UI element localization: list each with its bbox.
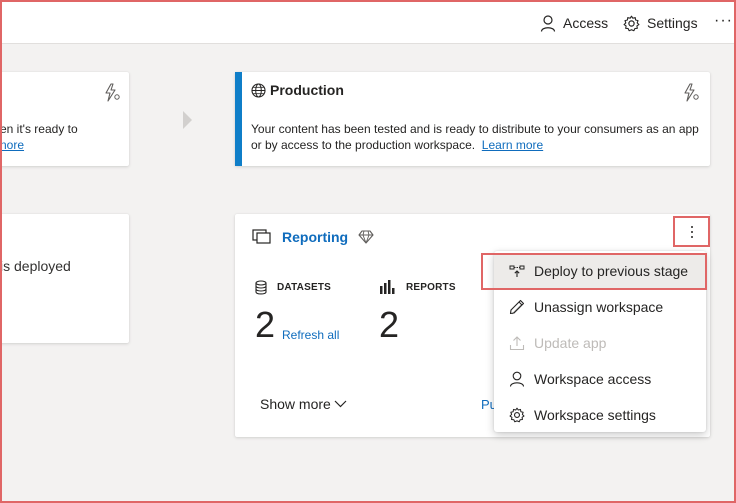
bar-chart-icon bbox=[380, 280, 395, 294]
learn-more-link[interactable]: nore bbox=[0, 138, 24, 152]
database-icon bbox=[255, 280, 267, 295]
premium-diamond-icon bbox=[358, 230, 374, 244]
settings-label: Settings bbox=[647, 15, 698, 31]
workspace-more-options-button[interactable] bbox=[673, 216, 710, 247]
more-options-button[interactable]: ··· bbox=[714, 11, 733, 31]
deploy-icon bbox=[509, 265, 525, 277]
deployment-rules-icon[interactable] bbox=[683, 83, 700, 102]
upload-icon bbox=[509, 336, 525, 351]
deploy-status-text: is deployed bbox=[0, 258, 71, 274]
datasets-label: DATASETS bbox=[277, 282, 332, 293]
menu-item-deploy-to-previous-stage[interactable]: Deploy to previous stage bbox=[494, 253, 706, 289]
workspace-icon bbox=[252, 229, 271, 244]
learn-more-link[interactable]: Learn more bbox=[482, 138, 543, 152]
workspace-name-link[interactable]: Reporting bbox=[282, 229, 348, 245]
menu-item-update-app: Update app bbox=[494, 325, 706, 361]
reports-stat: REPORTS 2 bbox=[379, 280, 456, 345]
workspace-title: Reporting bbox=[252, 229, 374, 245]
stage-accent-bar bbox=[235, 72, 242, 166]
previous-stage-description: en it's ready to bbox=[0, 122, 78, 136]
access-button[interactable]: Access bbox=[540, 13, 608, 33]
chevron-down-icon bbox=[334, 400, 347, 408]
previous-stage-card: en it's ready to nore bbox=[0, 72, 129, 166]
production-title: Production bbox=[251, 82, 344, 98]
kebab-dot bbox=[690, 235, 693, 238]
datasets-stat: DATASETS 2 bbox=[255, 280, 332, 345]
chevron-right-icon bbox=[183, 111, 192, 129]
globe-icon bbox=[251, 82, 266, 98]
production-description: Your content has been tested and is read… bbox=[251, 122, 699, 152]
datasets-count: 2 bbox=[255, 304, 276, 345]
kebab-dot bbox=[690, 230, 693, 233]
workspace-context-menu: Deploy to previous stage Unassign worksp… bbox=[494, 251, 706, 432]
menu-item-label: Workspace settings bbox=[534, 407, 656, 423]
menu-item-workspace-access[interactable]: Workspace access bbox=[494, 361, 706, 397]
pencil-icon bbox=[509, 299, 525, 315]
refresh-all-link[interactable]: Refresh all bbox=[282, 328, 339, 342]
reports-label: REPORTS bbox=[406, 281, 456, 293]
gear-icon bbox=[509, 407, 525, 423]
reports-count: 2 bbox=[379, 304, 400, 345]
person-icon bbox=[509, 371, 525, 387]
menu-item-label: Unassign workspace bbox=[534, 299, 664, 315]
person-icon bbox=[540, 14, 556, 32]
production-title-text: Production bbox=[270, 82, 344, 98]
kebab-dot bbox=[690, 225, 693, 228]
settings-button[interactable]: Settings bbox=[623, 13, 698, 33]
menu-item-unassign-workspace[interactable]: Unassign workspace bbox=[494, 289, 706, 325]
show-more-button[interactable]: Show more bbox=[260, 396, 347, 412]
menu-item-label: Update app bbox=[534, 335, 607, 351]
menu-item-workspace-settings[interactable]: Workspace settings bbox=[494, 397, 706, 433]
menu-item-label: Workspace access bbox=[534, 371, 652, 387]
previous-workspace-card: is deployed bbox=[0, 214, 129, 343]
access-label: Access bbox=[563, 15, 609, 31]
top-bar: Access Settings ··· bbox=[0, 0, 736, 44]
menu-item-label: Deploy to previous stage bbox=[534, 263, 689, 279]
production-stage-card: Production Your content has been tested … bbox=[235, 72, 710, 166]
gear-icon bbox=[623, 15, 640, 31]
deployment-rules-icon[interactable] bbox=[104, 83, 121, 102]
show-more-label: Show more bbox=[260, 396, 331, 412]
